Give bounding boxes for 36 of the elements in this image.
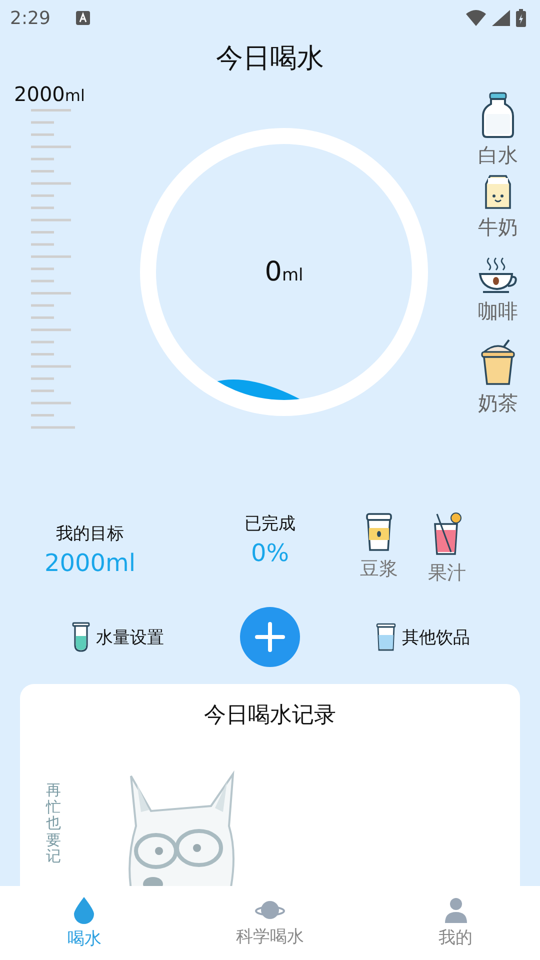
coffee-cup-icon[interactable] xyxy=(477,256,519,294)
nav-tab[interactable]: 我的 xyxy=(438,897,473,949)
drink-label[interactable]: 咖啡 xyxy=(478,298,518,325)
page-title: 今日喝水 xyxy=(215,42,325,76)
drink-label[interactable]: 果汁 xyxy=(428,560,466,586)
drink-label[interactable]: 奶茶 xyxy=(478,390,518,417)
keyboard-icon xyxy=(76,11,90,25)
test-tube-icon[interactable] xyxy=(72,622,90,652)
planet-icon xyxy=(254,898,285,922)
takeaway-cup-icon[interactable] xyxy=(364,512,394,552)
intake-amount: 0ml xyxy=(264,256,304,288)
signal-icon xyxy=(492,10,510,26)
plus-icon xyxy=(255,622,285,652)
status-time: 2:29 xyxy=(10,8,50,28)
wifi-icon xyxy=(466,10,486,26)
water-setting-link[interactable]: 水量设置 xyxy=(96,626,164,648)
record-title: 今日喝水记录 xyxy=(203,702,337,730)
battery-icon xyxy=(516,9,526,27)
juice-glass-icon[interactable] xyxy=(431,512,463,556)
water-drop-icon xyxy=(72,896,96,924)
milk-tea-cup-icon[interactable] xyxy=(479,338,517,386)
goal-value: 2000ml xyxy=(44,549,136,577)
drink-label[interactable]: 牛奶 xyxy=(478,214,518,241)
water-glass-icon[interactable] xyxy=(376,623,396,651)
slogan-text: 再忙也要记 xyxy=(46,782,61,864)
other-drinks-link[interactable]: 其他饮品 xyxy=(402,626,470,648)
person-icon xyxy=(444,897,468,923)
nav-tab[interactable]: 科学喝水 xyxy=(236,898,304,948)
completed-label: 已完成 xyxy=(244,513,296,535)
drink-label[interactable]: 豆浆 xyxy=(360,556,398,582)
bottle-icon[interactable] xyxy=(481,92,515,138)
drink-label[interactable]: 白水 xyxy=(478,142,518,169)
nav-tab[interactable]: 喝水 xyxy=(67,896,102,950)
completed-value: 0% xyxy=(250,539,290,567)
scale-max-label: 2000ml xyxy=(14,82,85,106)
goal-label: 我的目标 xyxy=(56,523,124,545)
